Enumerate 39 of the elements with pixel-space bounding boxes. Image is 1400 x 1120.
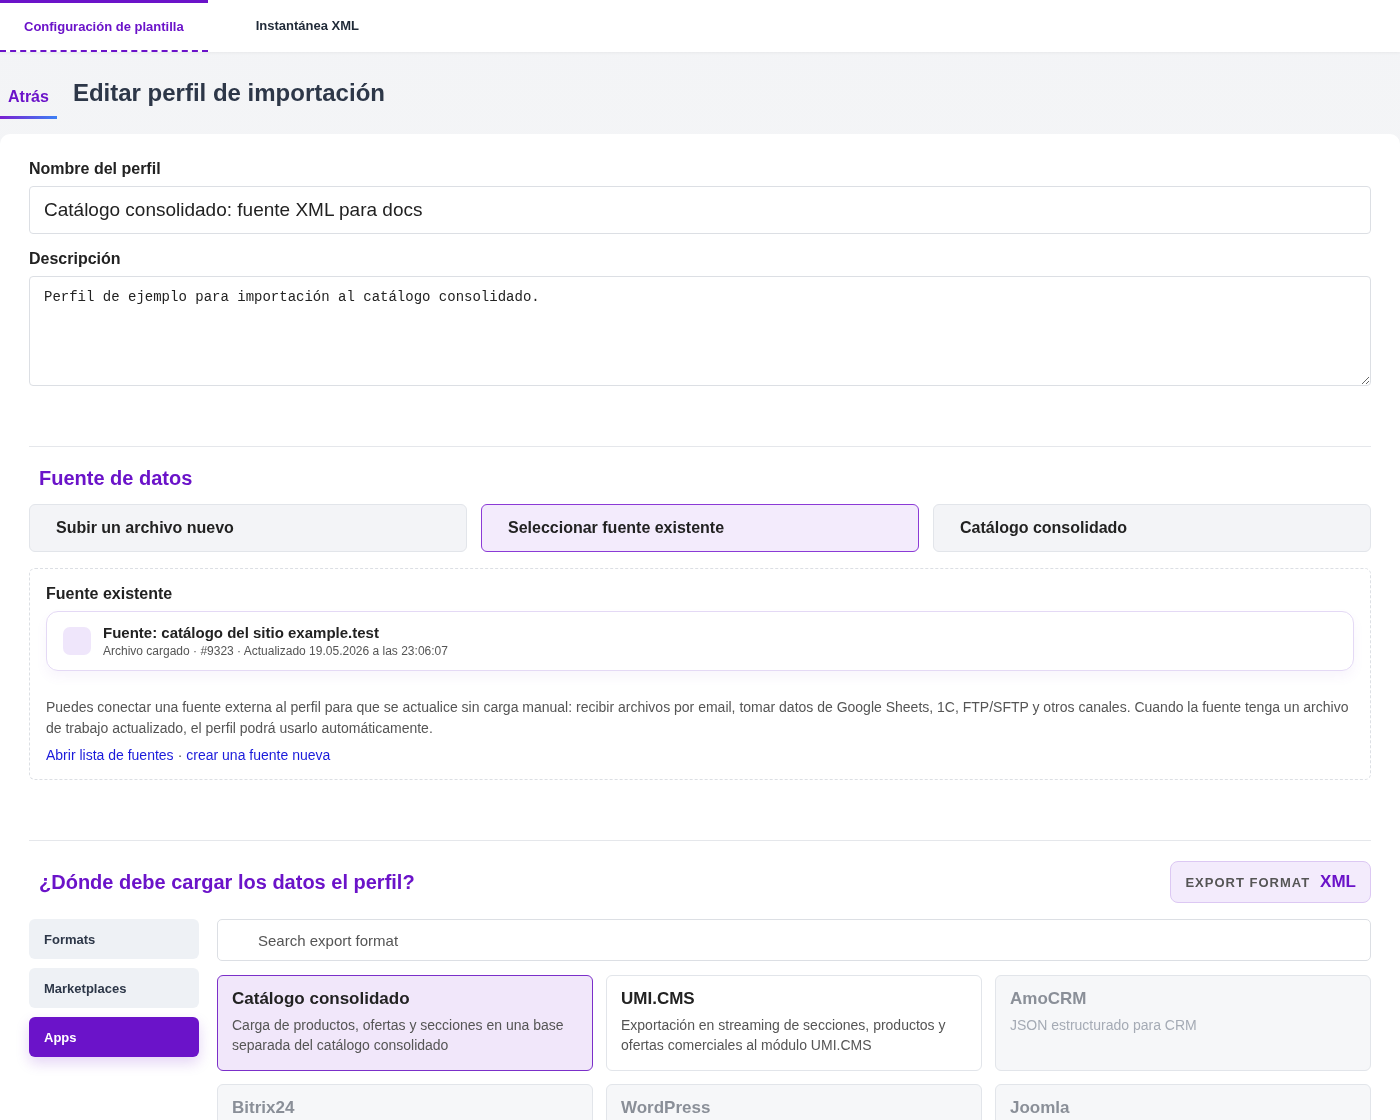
source-item[interactable]: Fuente: catálogo del sitio example.test Archivo cargado · #9323 · Actualizado 19.05.2026 a las 23:06:07: [46, 611, 1354, 671]
format-title: Joomla: [1010, 1098, 1071, 1118]
description-textarea[interactable]: Perfil de ejemplo para importación al catálogo consolidado.: [29, 276, 1371, 386]
section-heading: ¿Dónde debe cargar los datos el perfil?: [39, 870, 415, 894]
field-label: Descripción: [29, 250, 122, 268]
category-button[interactable]: Marketplaces: [29, 968, 199, 1008]
source-option[interactable]: Subir un archivo nuevo: [29, 504, 467, 552]
source-title: Fuente: catálogo del sitio example.test: [103, 624, 380, 641]
format-title: Bitrix24: [232, 1098, 296, 1118]
back-link[interactable]: Atrás: [0, 73, 57, 119]
source-option[interactable]: Catálogo consolidado: [933, 504, 1371, 552]
format-description: Exportación en streaming de secciones, productos y ofertas comerciales al módulo UMI.CMS: [621, 1016, 947, 1055]
page-title: Editar perfil de importación: [72, 79, 385, 107]
tab[interactable]: Configuración de plantilla: [0, 0, 208, 52]
format-card[interactable]: UMI.CMS Exportación en streaming de secciones, productos y ofertas comerciales al módulo UMI.CMS: [606, 975, 982, 1071]
format-title: AmoCRM: [1010, 989, 1088, 1009]
format-description: JSON estructurado para CRM: [1010, 1016, 1198, 1035]
category-button[interactable]: Apps: [29, 1017, 199, 1057]
source-meta: Archivo cargado · #9323 · Actualizado 19.05.2026 a las 23:06:07: [103, 644, 448, 658]
search-field[interactable]: Search export format: [217, 919, 1371, 961]
badge-value: XML: [1320, 872, 1356, 892]
format-card[interactable]: Catálogo consolidado Carga de productos, ofertas y secciones en una base separada del catálogo consolidado: [217, 975, 593, 1071]
field-label: Nombre del perfil: [29, 160, 162, 178]
link[interactable]: Abrir lista de fuentes: [46, 747, 174, 763]
source-option[interactable]: Seleccionar fuente existente: [481, 504, 919, 552]
format-title: Catálogo consolidado: [232, 989, 411, 1009]
separator: ·: [177, 747, 183, 763]
format-description: Carga de productos, ofertas y secciones en una base separada del catálogo consolidado: [232, 1016, 565, 1055]
section-heading: Fuente de datos: [39, 467, 194, 490]
panel-heading: Fuente existente: [46, 585, 174, 603]
help-text: Puedes conectar una fuente externa al perfil para que se actualice sin carga manual: recibir archivos por email, tomar datos de Google Sheets, 1C, FTP/SFTP y otros canales. Cuando la fuente tenga un archivo de trabajo actualizado, el perfil podrá usarlo automáticamente.: [46, 698, 1350, 738]
badge-label: EXPORT FORMAT: [1185, 874, 1311, 890]
format-title: WordPress: [621, 1098, 712, 1118]
profile-name-input[interactable]: Catálogo consolidado: fuente XML para docs: [29, 186, 1371, 234]
tab[interactable]: Instantánea XML: [231, 0, 383, 52]
category-button[interactable]: Formats: [29, 919, 199, 959]
source-icon: [63, 627, 91, 655]
link[interactable]: crear una fuente nueva: [186, 747, 331, 763]
format-title: UMI.CMS: [621, 989, 696, 1009]
